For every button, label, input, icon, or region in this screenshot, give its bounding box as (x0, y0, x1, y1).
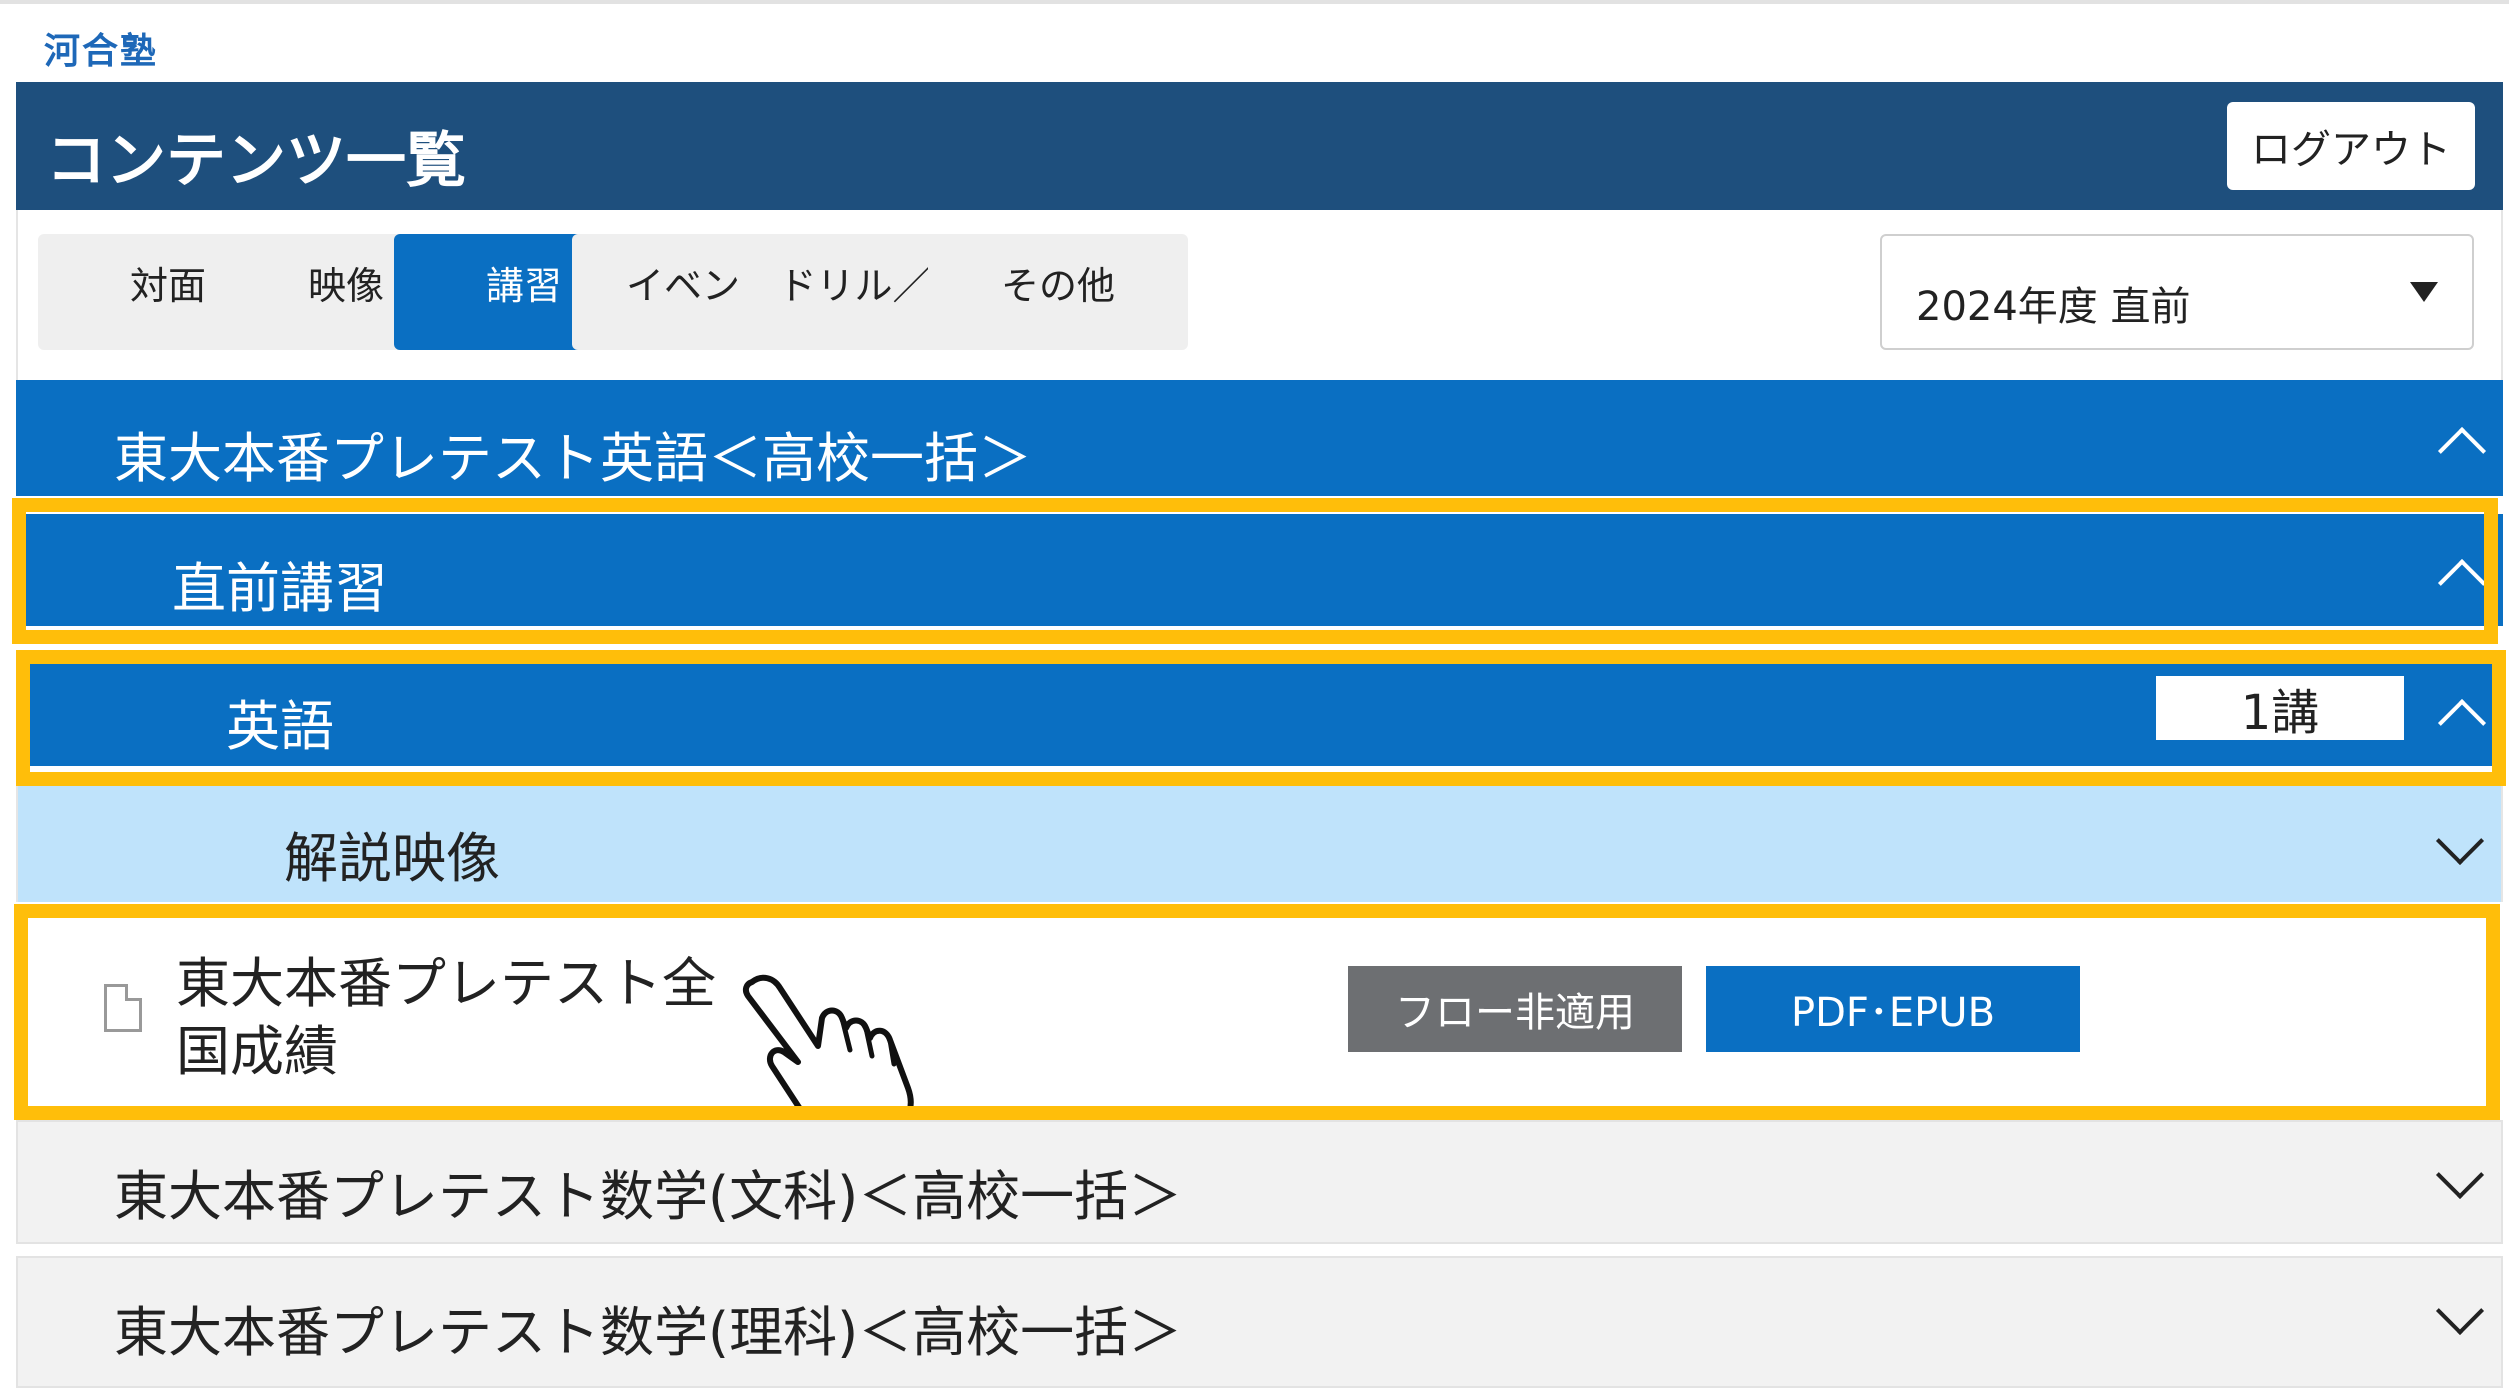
kawaijuku-logo: 河合塾 (44, 31, 159, 72)
chevron-up-icon (2437, 698, 2487, 748)
category-header-explanation-video[interactable]: 解説映像 (16, 786, 2503, 902)
chevron-up-icon (2437, 558, 2487, 608)
chevron-down-icon (2435, 1286, 2485, 1336)
chevron-down-icon (2435, 816, 2485, 866)
subject-header-english[interactable]: 英語 1講 (16, 650, 2503, 766)
category-title: 解説映像 (284, 827, 500, 890)
year-select[interactable]: 2024年度 直前 (1880, 234, 2474, 350)
section-header-math-humanities[interactable]: 東大本番プレテスト数学(文科)＜高校一括＞ (16, 1120, 2503, 1244)
lecture-count-badge: 1講 (2156, 676, 2404, 741)
content-item-row: 東大本番プレテスト全国成績 フロー非適用 PDF･EPUB (16, 920, 2503, 1102)
year-select-value: 2024年度 直前 (1916, 284, 2191, 330)
logout-button[interactable]: ログアウト (2227, 102, 2475, 190)
flow-not-applied-button[interactable]: フロー非適用 (1348, 966, 1682, 1052)
section-title: 東大本番プレテスト数学(理科)＜高校一括＞ (114, 1301, 1183, 1364)
subsection-header-chokuzen-koshu[interactable]: 直前講習 (16, 514, 2503, 626)
subject-title: 英語 (226, 695, 334, 758)
section-title: 東大本番プレテスト英語＜高校一括＞ (114, 427, 1032, 490)
content-item-title: 東大本番プレテスト全国成績 (176, 952, 716, 1083)
tab-other[interactable]: その他 (928, 234, 1188, 350)
chevron-down-icon (2435, 1150, 2485, 1200)
category-tabs: 対面 映像 講習 イベント ドリル／OL その他 2024年度 直前 (16, 210, 2503, 380)
section-header-math-science[interactable]: 東大本番プレテスト数学(理科)＜高校一括＞ (16, 1256, 2503, 1388)
page-title: コンテンツ一覧 (46, 126, 466, 196)
document-icon (104, 984, 142, 1032)
chevron-up-icon (2437, 426, 2487, 476)
section-title: 東大本番プレテスト数学(文科)＜高校一括＞ (114, 1165, 1183, 1228)
top-border (0, 0, 2509, 4)
page-header: コンテンツ一覧 ログアウト (16, 82, 2503, 210)
dropdown-arrow-icon (2410, 282, 2438, 302)
pdf-epub-button[interactable]: PDF･EPUB (1706, 966, 2080, 1052)
subsection-title: 直前講習 (172, 557, 388, 620)
section-header-english-pretest[interactable]: 東大本番プレテスト英語＜高校一括＞ (16, 380, 2503, 496)
